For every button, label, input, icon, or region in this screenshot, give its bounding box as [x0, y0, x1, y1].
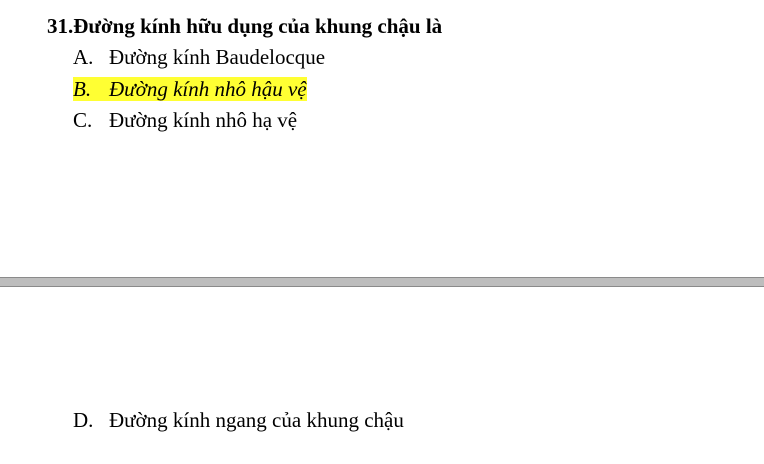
option-a: A. Đường kính Baudelocque	[73, 43, 325, 71]
option-d: D. Đường kính ngang của khung chậu	[73, 406, 404, 434]
option-letter: B.	[73, 77, 92, 101]
page-break-divider	[0, 277, 764, 287]
option-letter: D.	[73, 408, 94, 432]
highlight-mark: B. Đường kính nhô hậu vệ	[73, 77, 307, 101]
option-text: Đường kính Baudelocque	[109, 45, 326, 69]
option-text: Đường kính nhô hậu vệ	[109, 77, 307, 101]
question-number: 31.	[47, 14, 74, 38]
page-lower	[0, 287, 764, 464]
option-b-highlighted: B. Đường kính nhô hậu vệ	[73, 75, 307, 103]
option-letter: C.	[73, 108, 93, 132]
question-text: Đường kính hữu dụng của khung chậu là	[73, 14, 443, 38]
page-upper	[0, 0, 764, 277]
option-text: Đường kính nhô hạ vệ	[109, 108, 298, 132]
question-title: 31.Đường kính hữu dụng của khung chậu là	[47, 12, 442, 40]
option-c: C. Đường kính nhô hạ vệ	[73, 106, 297, 134]
option-text: Đường kính ngang của khung chậu	[109, 408, 404, 432]
option-letter: A.	[73, 45, 94, 69]
